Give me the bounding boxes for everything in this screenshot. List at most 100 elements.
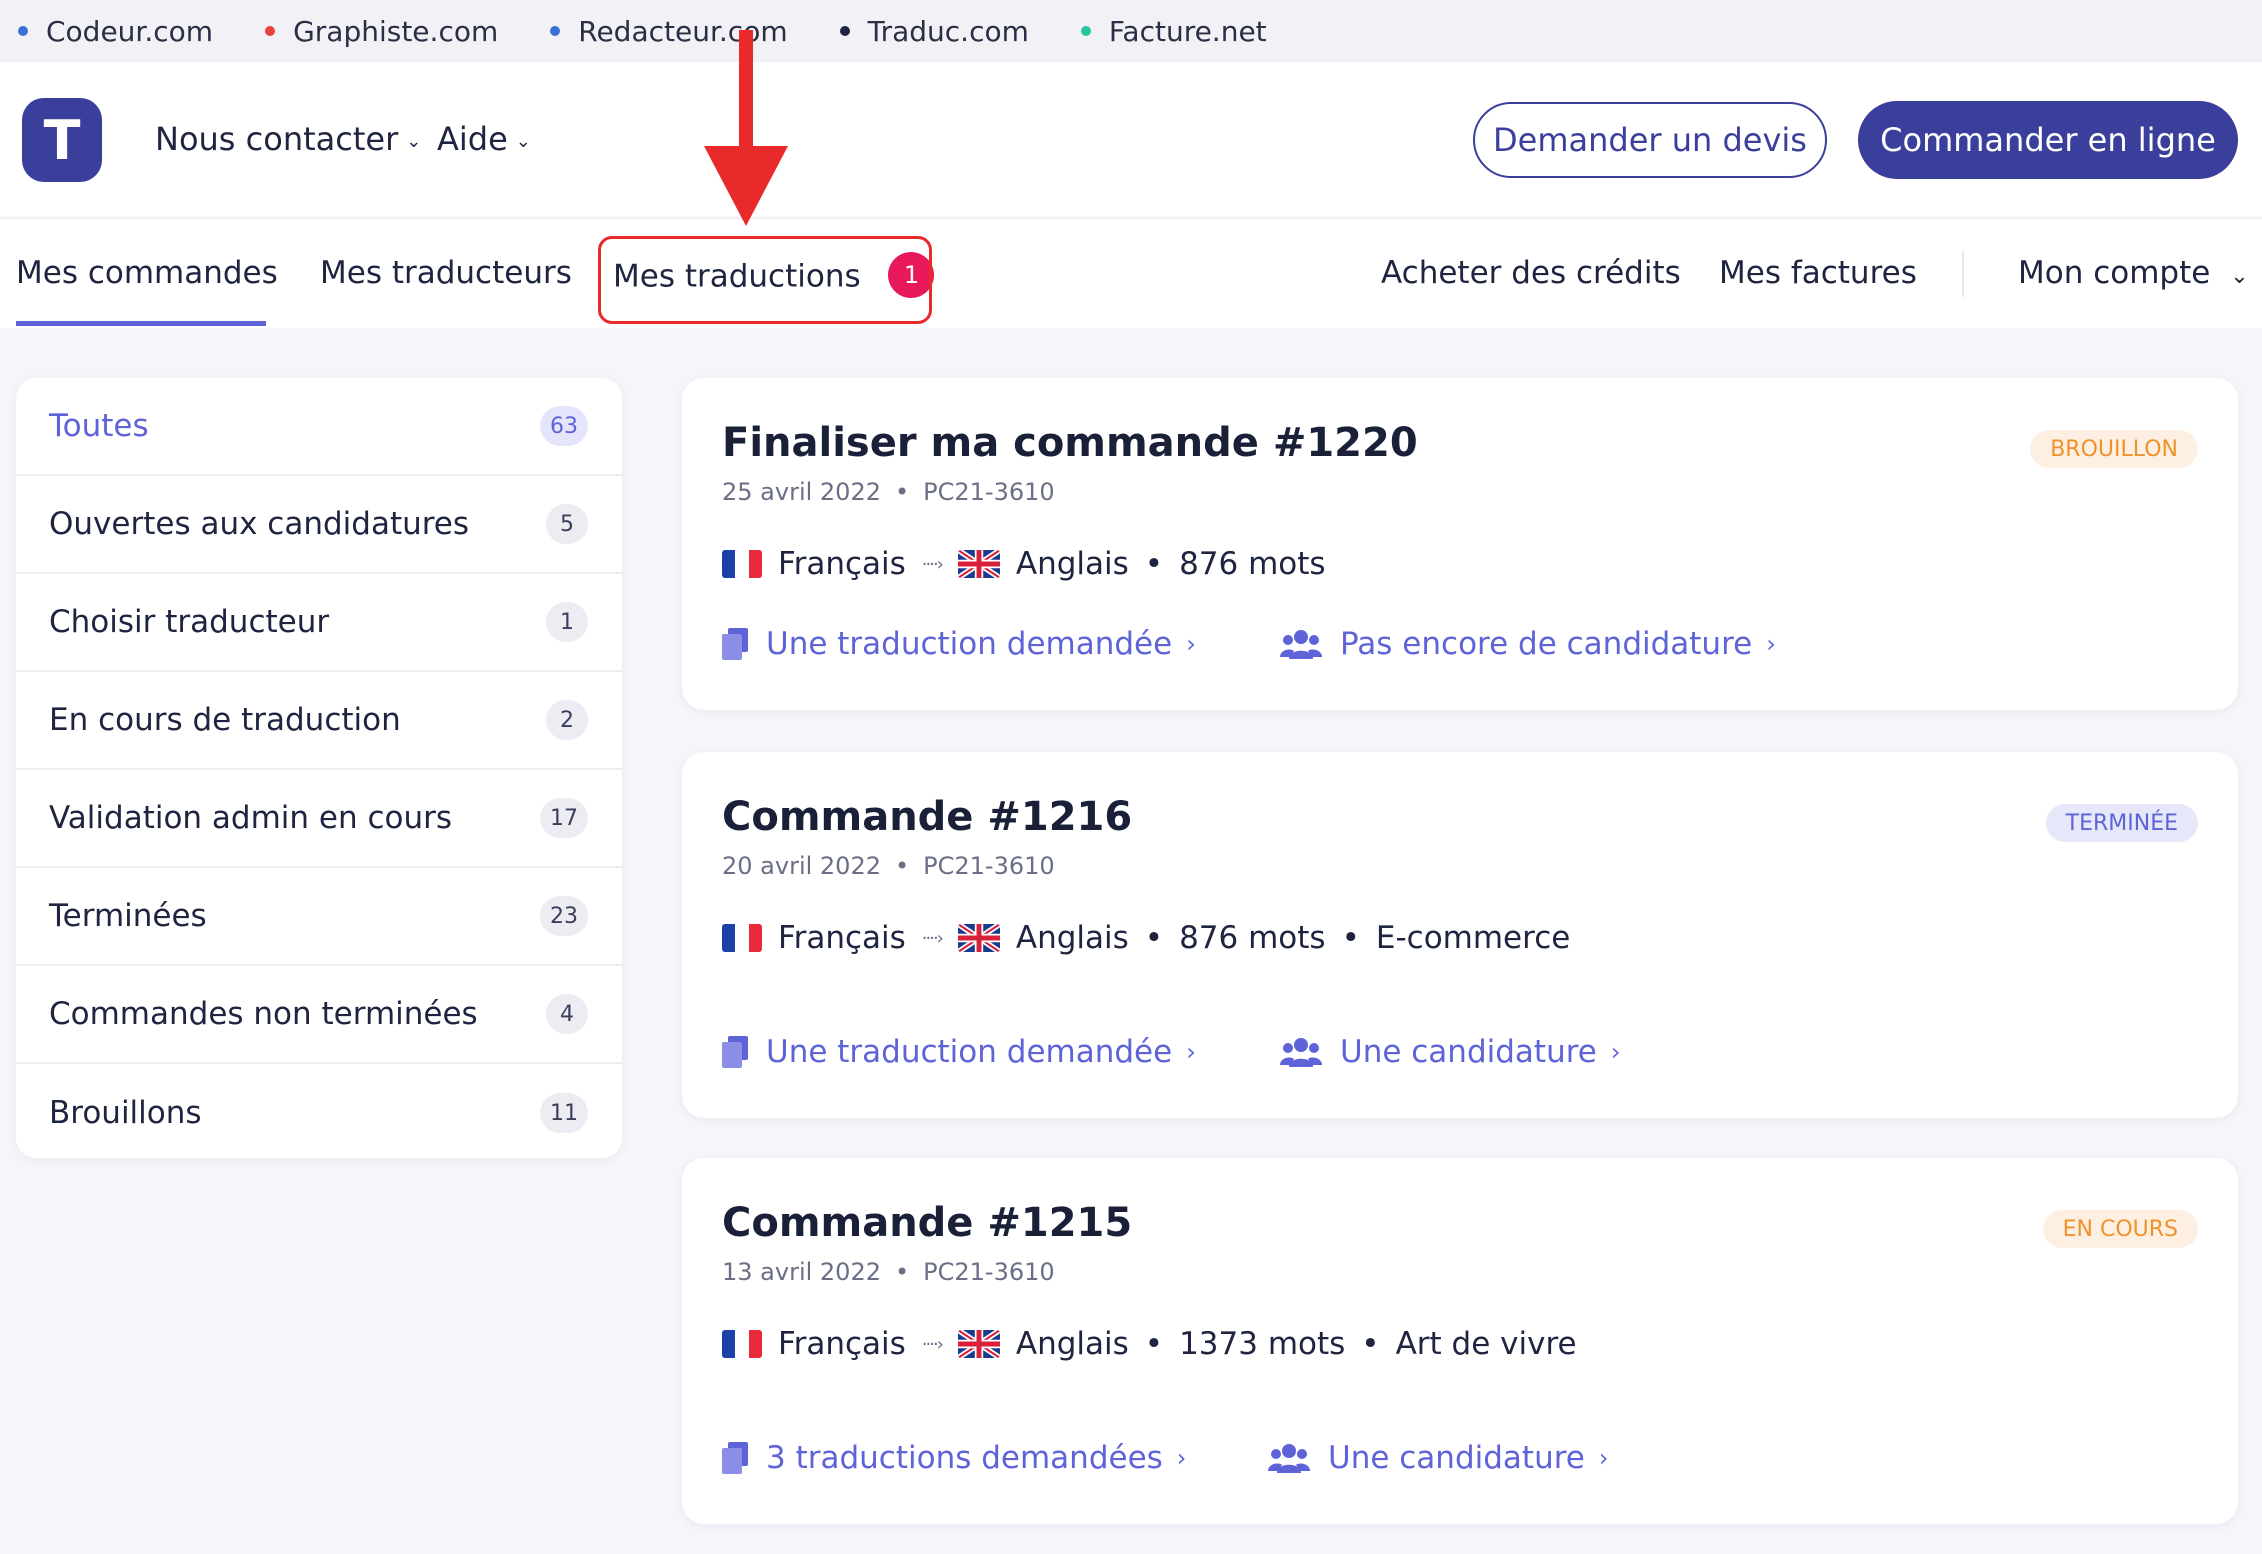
order-filter-sidebar: Toutes 63 Ouvertes aux candidatures 5 Ch… <box>16 378 622 1158</box>
tab-mes-factures[interactable]: Mes factures <box>1719 255 1917 291</box>
site-link-traduc[interactable]: Traduc.com <box>839 14 1029 48</box>
order-ref: PC21-3610 <box>923 1258 1055 1286</box>
annotation-arrow-icon <box>704 30 788 226</box>
documents-icon <box>722 1442 748 1474</box>
network-sites-bar: Codeur.com Graphiste.com Redacteur.com T… <box>0 0 2262 62</box>
uk-flag-icon <box>957 1330 1000 1358</box>
filter-label: Terminées <box>49 898 207 934</box>
chevron-right-icon: › <box>1186 630 1196 658</box>
filter-count-badge: 17 <box>540 798 588 838</box>
tab-label: Mon compte <box>2018 255 2211 291</box>
main-header: T Nous contacter ⌄ Aide ⌄ Demander un de… <box>0 62 2262 216</box>
status-badge: TERMINÉE <box>2045 804 2198 842</box>
order-title[interactable]: Commande #1215 <box>722 1200 1132 1246</box>
france-flag-icon <box>722 550 762 578</box>
users-icon <box>1280 630 1322 659</box>
order-card[interactable]: Commande #1215 EN COURS 13 avril 2022 • PC… <box>682 1158 2238 1524</box>
order-meta: 25 avril 2022 • PC21-3610 <box>722 478 1055 506</box>
contact-menu-label: Nous contacter <box>155 120 399 158</box>
filter-label: Brouillons <box>49 1095 202 1131</box>
filter-brouillons[interactable]: Brouillons 11 <box>16 1064 622 1162</box>
order-languages: Français ····› Anglais • 1373 mots • Art… <box>722 1326 1577 1362</box>
tab-label: Mes commandes <box>16 255 278 291</box>
uk-flag-icon <box>957 550 1000 578</box>
order-date: 25 avril 2022 <box>722 478 881 506</box>
meta-separator: • <box>1144 1326 1164 1362</box>
meta-separator: • <box>1361 1326 1380 1362</box>
translations-link[interactable]: Une traduction demandée › <box>722 1034 1196 1070</box>
order-online-button[interactable]: Commander en ligne <box>1858 101 2238 179</box>
order-category: E-commerce <box>1375 920 1571 956</box>
filter-toutes[interactable]: Toutes 63 <box>16 378 622 476</box>
order-category: Art de vivre <box>1395 1326 1577 1362</box>
target-language: Anglais <box>1015 546 1129 582</box>
tab-mon-compte[interactable]: Mon compte ⌄ <box>2018 255 2249 291</box>
target-language: Anglais <box>1015 920 1129 956</box>
filter-count-badge: 4 <box>546 994 588 1034</box>
order-card[interactable]: Finaliser ma commande #1220 BROUILLON 25… <box>682 378 2238 710</box>
tab-label: Acheter des crédits <box>1381 255 1681 291</box>
filter-label: Toutes <box>49 408 149 444</box>
filter-terminees[interactable]: Terminées 23 <box>16 868 622 966</box>
applications-link[interactable]: Une candidature › <box>1280 1034 1620 1070</box>
filter-label: Choisir traducteur <box>49 604 330 640</box>
order-date: 13 avril 2022 <box>722 1258 881 1286</box>
filter-validation-admin[interactable]: Validation admin en cours 17 <box>16 770 622 868</box>
translations-link[interactable]: 3 traductions demandées › <box>722 1440 1186 1476</box>
tab-mes-commandes[interactable]: Mes commandes <box>16 255 278 291</box>
filter-count-badge: 63 <box>540 406 588 446</box>
uk-flag-icon <box>957 924 1000 952</box>
applications-link[interactable]: Une candidature › <box>1268 1440 1608 1476</box>
order-date: 20 avril 2022 <box>722 852 881 880</box>
order-card[interactable]: Commande #1216 TERMINÉE 20 avril 2022 • PC… <box>682 752 2238 1118</box>
arrow-right-icon: ····› <box>921 927 944 949</box>
france-flag-icon <box>722 1330 762 1358</box>
filter-choisir-traducteur[interactable]: Choisir traducteur 1 <box>16 574 622 672</box>
chevron-down-icon: ⌄ <box>2230 264 2249 289</box>
site-dot-icon <box>18 26 28 36</box>
tab-mes-traducteurs[interactable]: Mes traducteurs <box>320 255 572 291</box>
arrow-right-icon: ····› <box>921 553 944 575</box>
help-menu[interactable]: Aide ⌄ <box>437 120 531 158</box>
filter-en-cours[interactable]: En cours de traduction 2 <box>16 672 622 770</box>
site-label: Facture.net <box>1108 14 1267 48</box>
filter-count-badge: 1 <box>546 602 588 642</box>
request-quote-button[interactable]: Demander un devis <box>1473 102 1827 178</box>
traduc-logo[interactable]: T <box>22 98 102 182</box>
filter-count-badge: 5 <box>546 504 588 544</box>
site-link-facture[interactable]: Facture.net <box>1080 14 1267 48</box>
site-link-codeur[interactable]: Codeur.com <box>18 15 213 48</box>
order-languages: Français ····› Anglais • 876 mots • E-co… <box>722 920 1570 956</box>
filter-count-badge: 11 <box>540 1093 588 1133</box>
source-language: Français <box>778 920 906 956</box>
site-dot-icon <box>265 26 276 36</box>
annotation-highlight-box <box>598 236 932 324</box>
order-meta: 20 avril 2022 • PC21-3610 <box>722 852 1055 880</box>
tab-acheter-credits[interactable]: Acheter des crédits <box>1381 255 1681 291</box>
meta-separator: • <box>1341 920 1360 956</box>
site-link-graphiste[interactable]: Graphiste.com <box>265 15 498 48</box>
meta-separator: • <box>895 478 910 506</box>
chevron-down-icon: ⌄ <box>406 130 422 152</box>
site-dot-icon <box>550 26 561 36</box>
site-label: Traduc.com <box>867 14 1029 48</box>
translations-link-label: Une traduction demandée <box>766 1034 1173 1070</box>
status-badge: BROUILLON <box>2030 430 2198 468</box>
translations-link[interactable]: Une traduction demandée › <box>722 626 1196 662</box>
order-ref: PC21-3610 <box>923 852 1055 880</box>
filter-non-terminees[interactable]: Commandes non terminées 4 <box>16 966 622 1064</box>
logo-letter: T <box>43 108 81 172</box>
chevron-right-icon: › <box>1766 630 1776 658</box>
site-label: Graphiste.com <box>293 14 499 48</box>
documents-icon <box>722 628 748 660</box>
applications-link-label: Une candidature <box>1328 1440 1585 1476</box>
filter-ouvertes[interactable]: Ouvertes aux candidatures 5 <box>16 476 622 574</box>
order-title[interactable]: Commande #1216 <box>722 794 1132 840</box>
order-title[interactable]: Finaliser ma commande #1220 <box>722 420 1418 466</box>
filter-label: En cours de traduction <box>49 702 401 738</box>
contact-menu[interactable]: Nous contacter ⌄ <box>155 120 421 158</box>
filter-label: Commandes non terminées <box>49 996 478 1032</box>
tabs-divider <box>1962 251 1964 297</box>
applications-link[interactable]: Pas encore de candidature › <box>1280 626 1776 662</box>
status-badge: EN COURS <box>2042 1210 2198 1248</box>
